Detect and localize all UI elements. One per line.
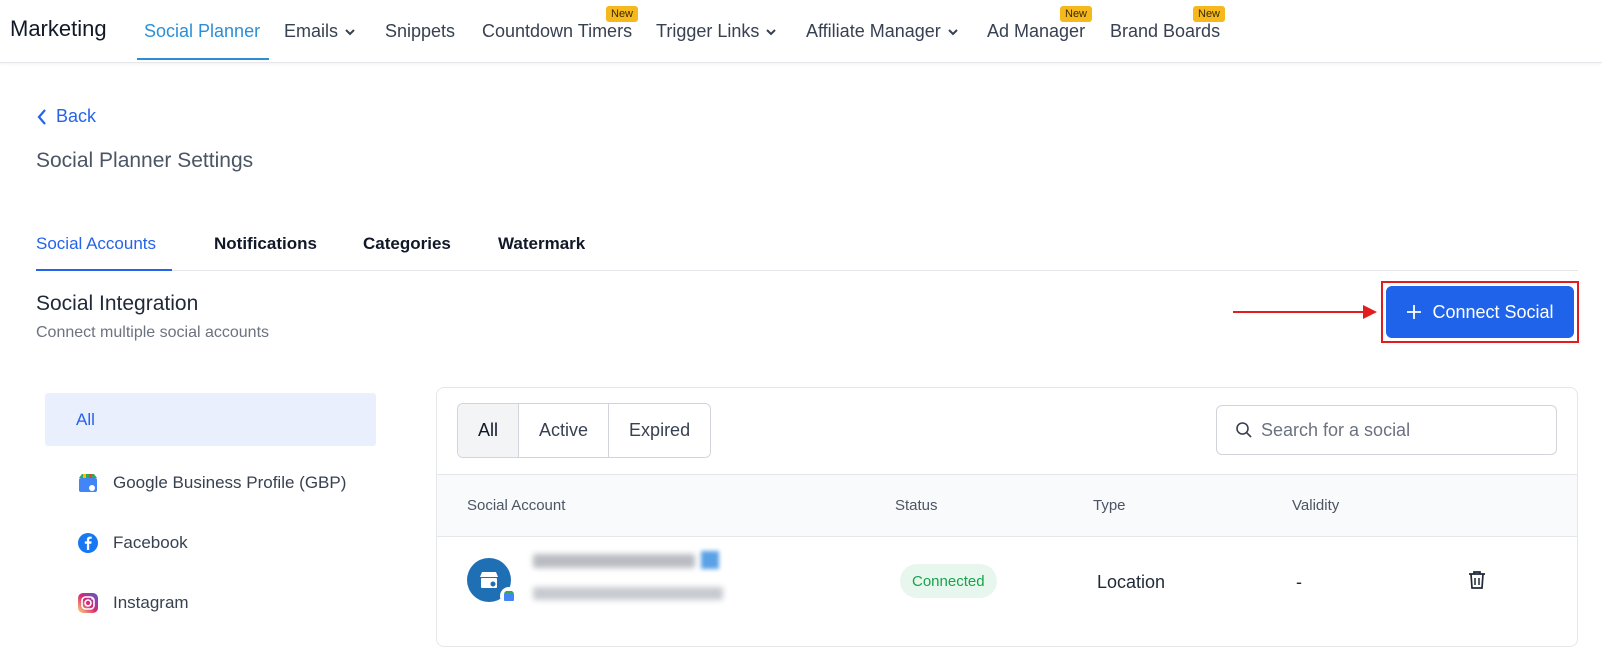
nav-emails[interactable]: Emails <box>284 21 356 42</box>
nav-brand-boards[interactable]: Brand Boards <box>1110 21 1220 42</box>
nav-trigger-links-label: Trigger Links <box>656 21 760 41</box>
store-icon <box>480 572 498 588</box>
segment-expired[interactable]: Expired <box>609 404 711 457</box>
page-title: Social Planner Settings <box>36 149 254 172</box>
platform-item-label: All <box>76 409 95 429</box>
brand-title: Marketing <box>10 16 107 41</box>
nav-affiliate-manager[interactable]: Affiliate Manager <box>806 21 959 42</box>
new-badge: New <box>1193 6 1226 22</box>
chevron-left-icon <box>37 108 46 125</box>
tab-active-underline <box>36 269 172 271</box>
new-badge: New <box>606 6 639 22</box>
section-subtitle: Connect multiple social accounts <box>36 324 270 341</box>
validity-cell: - <box>1296 572 1302 592</box>
instagram-icon <box>78 593 98 613</box>
account-name-redacted <box>533 554 695 568</box>
new-badge: New <box>1060 6 1093 22</box>
top-nav: Marketing Social Planner Emails Snippets… <box>0 0 1602 63</box>
back-link[interactable]: Back <box>36 106 96 127</box>
section-title: Social Integration <box>36 292 199 315</box>
annotation-arrow-head <box>1363 305 1377 319</box>
settings-tabs: Social Accounts Notifications Categories… <box>36 228 1578 271</box>
account-address-redacted <box>533 587 723 600</box>
table-header: Social Account Status Type Validity <box>437 474 1577 537</box>
tab-notifications[interactable]: Notifications <box>214 234 317 254</box>
tab-categories[interactable]: Categories <box>363 234 451 254</box>
gbp-badge-icon <box>500 587 518 605</box>
search-input[interactable] <box>1261 419 1541 441</box>
connect-social-button[interactable]: Connect Social <box>1386 286 1574 338</box>
connect-social-label: Connect Social <box>1432 301 1554 322</box>
chevron-down-icon <box>766 29 777 36</box>
back-label: Back <box>56 106 97 126</box>
table-row: Connected Location - <box>437 537 1577 627</box>
segment-active[interactable]: Active <box>519 404 610 457</box>
column-header-type[interactable]: Type <box>1093 497 1126 514</box>
search-icon <box>1236 422 1252 438</box>
chevron-down-icon <box>345 29 355 36</box>
tab-social-accounts[interactable]: Social Accounts <box>36 234 156 254</box>
nav-ad-manager[interactable]: Ad Manager <box>987 21 1085 42</box>
nav-active-underline <box>137 58 269 60</box>
nav-affiliate-manager-label: Affiliate Manager <box>806 21 941 41</box>
chevron-down-icon <box>948 29 958 36</box>
search-box <box>1216 405 1557 455</box>
nav-countdown-timers[interactable]: Countdown Timers <box>482 21 632 42</box>
platform-item-facebook[interactable]: Facebook <box>45 513 376 573</box>
status-badge: Connected <box>900 564 997 598</box>
platform-item-label: Instagram <box>113 593 189 612</box>
nav-trigger-links[interactable]: Trigger Links <box>656 21 777 42</box>
tab-watermark[interactable]: Watermark <box>498 234 585 254</box>
column-header-validity[interactable]: Validity <box>1292 497 1339 514</box>
column-header-status[interactable]: Status <box>895 497 938 514</box>
nav-social-planner[interactable]: Social Planner <box>144 21 260 42</box>
trash-icon[interactable] <box>1468 570 1486 590</box>
plus-icon <box>1407 305 1422 319</box>
platform-filter-list: All Google Business Profile (GBP) Facebo… <box>45 393 376 633</box>
redacted-icon <box>701 551 719 569</box>
platform-item-gbp[interactable]: Google Business Profile (GBP) <box>45 453 376 513</box>
accounts-panel: All Active Expired Social Account Status… <box>436 387 1578 647</box>
column-header-social-account[interactable]: Social Account <box>467 497 565 514</box>
type-cell: Location <box>1097 572 1166 592</box>
platform-item-all[interactable]: All <box>45 393 376 446</box>
platform-item-label: Google Business Profile (GBP) <box>113 473 347 492</box>
status-segmented-control: All Active Expired <box>457 403 712 458</box>
gbp-icon <box>79 474 97 492</box>
nav-emails-label: Emails <box>284 21 339 41</box>
nav-snippets[interactable]: Snippets <box>385 21 455 42</box>
facebook-icon <box>78 533 98 553</box>
annotation-arrow-line <box>1233 311 1373 313</box>
platform-item-instagram[interactable]: Instagram <box>45 573 376 633</box>
platform-item-label: Facebook <box>113 533 188 552</box>
segment-all[interactable]: All <box>458 404 520 457</box>
